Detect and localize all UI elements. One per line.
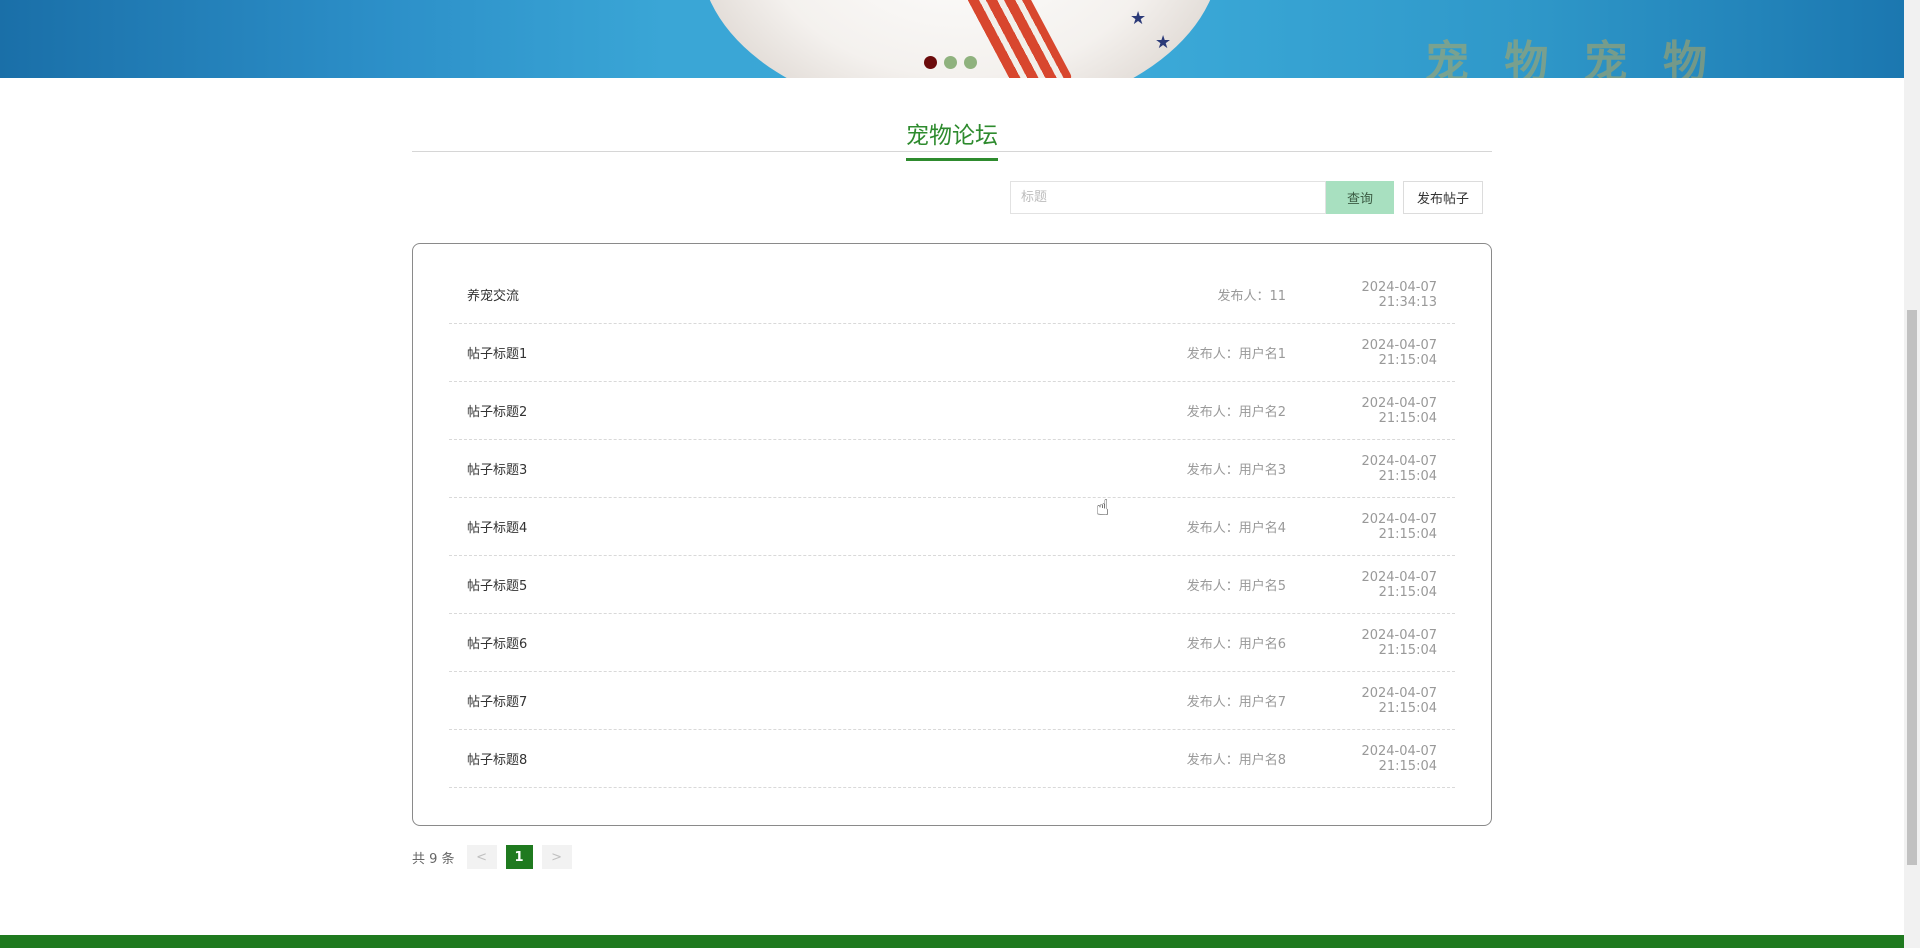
scrollbar[interactable] (1904, 0, 1920, 948)
query-button[interactable]: 查询 (1326, 181, 1394, 214)
post-author: 发布人：用户名3 (1186, 463, 1286, 478)
pagination: 共 9 条 < 1 > (412, 845, 581, 869)
post-author: 发布人：用户名6 (1186, 637, 1286, 652)
search-input[interactable] (1010, 181, 1326, 214)
list-item[interactable]: 帖子标题5 发布人：用户名5 2024-04-07 21:15:04 (449, 556, 1455, 614)
post-author: 发布人：用户名2 (1186, 405, 1286, 420)
post-title[interactable]: 帖子标题6 (467, 633, 1187, 652)
post-title[interactable]: 帖子标题5 (467, 575, 1187, 594)
post-author: 发布人：11 (1217, 289, 1286, 304)
hand-cursor-icon: ☝ (1096, 496, 1110, 521)
post-author: 发布人：用户名7 (1186, 695, 1286, 710)
page-number-current[interactable]: 1 (505, 845, 533, 869)
list-item[interactable]: 帖子标题2 发布人：用户名2 2024-04-07 21:15:04 (449, 382, 1455, 440)
post-list: 养宠交流 发布人：11 2024-04-07 21:34:13 帖子标题1 发布… (449, 266, 1455, 788)
list-item[interactable]: 帖子标题1 发布人：用户名1 2024-04-07 21:15:04 (449, 324, 1455, 382)
carousel-dot-1[interactable] (924, 56, 937, 69)
banner-carousel[interactable]: ★ ★ 宠 物 宠 物 (0, 0, 1904, 78)
post-time: 2024-04-07 21:15:04 (1361, 395, 1437, 426)
next-page-button[interactable]: > (541, 845, 572, 869)
list-item[interactable]: 养宠交流 发布人：11 2024-04-07 21:34:13 (449, 266, 1455, 324)
carousel-dot-3[interactable] (964, 56, 977, 69)
post-time: 2024-04-07 21:15:04 (1361, 569, 1437, 600)
footer-bar (0, 935, 1904, 948)
post-author: 发布人：用户名5 (1186, 579, 1286, 594)
section-header: 宠物论坛 (412, 110, 1492, 161)
post-title[interactable]: 帖子标题7 (467, 691, 1187, 710)
total-count: 共 9 条 (412, 851, 455, 867)
page-title: 宠物论坛 (906, 116, 998, 161)
post-list-panel: 养宠交流 发布人：11 2024-04-07 21:34:13 帖子标题1 发布… (412, 243, 1492, 826)
post-time: 2024-04-07 21:15:04 (1361, 511, 1437, 542)
list-item[interactable]: 帖子标题6 发布人：用户名6 2024-04-07 21:15:04 (449, 614, 1455, 672)
scrollbar-thumb[interactable] (1907, 310, 1917, 865)
post-time: 2024-04-07 21:15:04 (1361, 685, 1437, 716)
star-icon: ★ (1155, 32, 1172, 53)
post-author: 发布人：用户名8 (1186, 753, 1286, 768)
post-title[interactable]: 养宠交流 (467, 285, 1217, 304)
post-time: 2024-04-07 21:15:04 (1361, 337, 1437, 368)
post-time: 2024-04-07 21:15:04 (1361, 453, 1437, 484)
banner-brand-text: 宠 物 宠 物 (1425, 37, 1717, 78)
post-time: 2024-04-07 21:34:13 (1361, 279, 1437, 310)
post-author: 发布人：用户名1 (1186, 347, 1286, 362)
list-item[interactable]: 帖子标题3 发布人：用户名3 2024-04-07 21:15:04 (449, 440, 1455, 498)
search-bar: 查询 发布帖子 (1010, 181, 1483, 214)
list-item[interactable]: 帖子标题7 发布人：用户名7 2024-04-07 21:15:04 (449, 672, 1455, 730)
carousel-dot-2[interactable] (944, 56, 957, 69)
post-time: 2024-04-07 21:15:04 (1361, 627, 1437, 658)
list-item[interactable]: 帖子标题8 发布人：用户名8 2024-04-07 21:15:04 (449, 730, 1455, 788)
star-icon: ★ (1130, 8, 1147, 29)
post-title[interactable]: 帖子标题8 (467, 749, 1187, 768)
post-title[interactable]: 帖子标题3 (467, 459, 1187, 478)
post-title[interactable]: 帖子标题1 (467, 343, 1187, 362)
publish-post-button[interactable]: 发布帖子 (1403, 181, 1483, 214)
post-title[interactable]: 帖子标题4 (467, 517, 1187, 536)
prev-page-button[interactable]: < (466, 845, 497, 869)
post-time: 2024-04-07 21:15:04 (1361, 743, 1437, 774)
list-item[interactable]: 帖子标题4 发布人：用户名4 2024-04-07 21:15:04 (449, 498, 1455, 556)
carousel-dots (924, 56, 977, 69)
post-author: 发布人：用户名4 (1186, 521, 1286, 536)
post-title[interactable]: 帖子标题2 (467, 401, 1187, 420)
page: ★ ★ 宠 物 宠 物 宠物论坛 查询 发布帖子 养宠交流 发布人：11 202… (0, 0, 1920, 948)
